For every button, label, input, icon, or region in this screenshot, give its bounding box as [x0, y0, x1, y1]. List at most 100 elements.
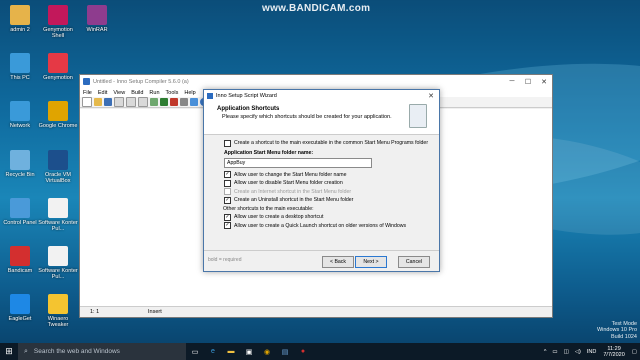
test-mode-watermark: Test Mode Windows 10 Pro Build 1024 — [597, 321, 637, 341]
desktop-icon-genymotion[interactable]: Genymotion — [38, 53, 78, 81]
allow-disable-label: Allow user to disable Start Menu folder … — [234, 180, 343, 187]
desktop-icon-network[interactable]: Network — [0, 101, 40, 129]
virtualbox-icon — [48, 150, 68, 170]
internet-shortcut-label: Create an Internet shortcut in the Start… — [234, 188, 352, 195]
stop-icon[interactable] — [170, 98, 178, 106]
desktop-shortcut-checkbox[interactable]: ✓ — [224, 213, 231, 221]
desktop-icon-control-panel[interactable]: Control Panel — [0, 198, 40, 226]
allow-disable-option[interactable]: Allow user to disable Start Menu folder … — [224, 179, 439, 188]
allow-disable-checkbox[interactable] — [224, 179, 231, 187]
wizard-title: Inno Setup Script Wizard — [216, 92, 277, 99]
internet-shortcut-checkbox — [224, 188, 231, 196]
edge-icon[interactable]: e — [204, 343, 222, 360]
menu-run[interactable]: Run — [146, 90, 162, 96]
tray-chevron-up-icon[interactable]: ^ — [541, 349, 550, 355]
desktop-shortcut-option[interactable]: ✓ Allow user to create a desktop shortcu… — [224, 213, 439, 222]
terminal-icon — [48, 5, 68, 25]
notification-icon[interactable]: ▢ — [629, 349, 640, 355]
quicklaunch-checkbox[interactable]: ✓ — [224, 222, 231, 230]
taskbar: ⊞ ⌕ Search the web and Windows ▭ e ▬ ▣ ◉… — [0, 343, 640, 360]
copy-icon[interactable] — [126, 97, 136, 107]
new-file-icon[interactable] — [82, 97, 92, 107]
menu-build[interactable]: Build — [128, 90, 146, 96]
desktop-icon-label: This PC — [10, 75, 30, 81]
clock[interactable]: 11:29 7/7/2020 — [599, 346, 628, 358]
bandicam-taskbar-icon[interactable]: ● — [294, 343, 312, 360]
close-icon[interactable]: ✕ — [423, 90, 439, 101]
recycle-bin-icon — [10, 150, 30, 170]
desktop-icon-user-folder[interactable]: admin 2 — [0, 5, 40, 33]
file-explorer-icon[interactable]: ▬ — [222, 343, 240, 360]
maximize-icon[interactable]: ☐ — [520, 75, 536, 88]
control-panel-icon — [10, 198, 30, 218]
start-windows-icon[interactable]: ⊞ — [0, 343, 18, 360]
desktop-icon-chrome[interactable]: Google Chrome — [38, 101, 78, 129]
wizard-titlebar[interactable]: Inno Setup Script Wizard ✕ — [204, 90, 439, 101]
cancel-button[interactable]: Cancel — [398, 256, 430, 268]
uninstall-shortcut-label: Create an Uninstall shortcut in the Star… — [234, 197, 354, 204]
open-folder-icon[interactable] — [94, 98, 102, 106]
volume-icon[interactable]: ◁) — [572, 349, 584, 355]
desktop-icon-terminal[interactable]: Genymotion Shell — [38, 5, 78, 39]
window-title: Untitled - Inno Setup Compiler 5.6.0 (a) — [93, 78, 189, 85]
language-indicator[interactable]: IND — [584, 349, 599, 355]
uninstall-shortcut-checkbox[interactable]: ✓ — [224, 196, 231, 204]
menu-view[interactable]: View — [110, 90, 128, 96]
desktop-icon-eagleget[interactable]: EagleGet — [0, 294, 40, 322]
desktop-icon-label: Recycle Bin — [5, 172, 35, 178]
desktop-icon-winaero[interactable]: Winaero Tweaker — [38, 294, 78, 328]
wizard-footer: bold = required < Back Next > Cancel — [204, 250, 439, 271]
common-startmenu-checkbox[interactable] — [224, 139, 231, 147]
network-icon[interactable]: ◫ — [561, 349, 572, 355]
step-icon[interactable] — [190, 98, 198, 106]
menu-file[interactable]: File — [80, 90, 95, 96]
menu-tools[interactable]: Tools — [163, 90, 182, 96]
close-icon[interactable]: ✕ — [536, 75, 552, 88]
save-icon[interactable] — [104, 98, 112, 106]
uninstall-shortcut-option[interactable]: ✓ Create an Uninstall shortcut in the St… — [224, 196, 439, 205]
cut-icon[interactable] — [114, 97, 124, 107]
quicklaunch-label: Allow user to create a Quick Launch shor… — [234, 222, 407, 229]
desktop-icon-label: Google Chrome — [38, 123, 78, 129]
allow-change-option[interactable]: ✓ Allow user to change the Start Menu fo… — [224, 171, 439, 180]
folder-name-input[interactable]: AppBuy — [224, 157, 372, 168]
battery-icon[interactable]: ▭ — [549, 349, 560, 355]
desktop-shortcut-label: Allow user to create a desktop shortcut — [234, 214, 324, 221]
menu-edit[interactable]: Edit — [95, 90, 110, 96]
system-tray: ^ ▭ ◫ ◁) IND 11:29 7/7/2020 ▢ — [541, 346, 640, 358]
desktop-icon-label: Winaero Tweaker — [47, 316, 69, 328]
cursor-position: 1: 1 — [90, 309, 100, 315]
footer-note: bold = required — [208, 257, 242, 263]
paste-icon[interactable] — [138, 97, 148, 107]
desktop-icon-bandicam[interactable]: Bandicam — [0, 246, 40, 274]
folder-name-label: Application Start Menu folder name: — [224, 149, 314, 156]
window-titlebar[interactable]: Untitled - Inno Setup Compiler 5.6.0 (a)… — [80, 75, 552, 88]
compile-icon[interactable] — [150, 98, 158, 106]
network-icon — [10, 101, 30, 121]
page-title: Application Shortcuts — [217, 106, 280, 112]
desktop-icon-computer[interactable]: This PC — [0, 53, 40, 81]
run-icon[interactable] — [160, 98, 168, 106]
desktop-icon-recycle-bin[interactable]: Recycle Bin — [0, 150, 40, 178]
store-icon[interactable]: ▣ — [240, 343, 258, 360]
minimize-icon[interactable]: ─ — [504, 75, 520, 88]
inno-setup-taskbar-icon[interactable]: ▤ — [276, 343, 294, 360]
inno-setup-icon — [83, 78, 90, 85]
desktop-icon-winrar[interactable]: WinRAR — [77, 5, 117, 33]
taskbar-search-box[interactable]: ⌕ Search the web and Windows — [18, 343, 186, 360]
wizard-icon — [207, 92, 213, 99]
common-startmenu-option[interactable]: Create a shortcut to the main executable… — [224, 139, 439, 148]
pause-icon[interactable] — [180, 98, 188, 106]
allow-change-checkbox[interactable]: ✓ — [224, 171, 231, 179]
menu-help[interactable]: Help — [181, 90, 198, 96]
desktop-icon-virtualbox[interactable]: Oracle VM VirtualBox — [38, 150, 78, 184]
wizard-header: Application Shortcuts Please specify whi… — [204, 101, 439, 135]
task-view-icon[interactable]: ▭ — [186, 343, 204, 360]
desktop-icon-document[interactable]: Software Konter Pul... — [38, 246, 78, 280]
next-button[interactable]: Next > — [355, 256, 387, 268]
back-button[interactable]: < Back — [322, 256, 354, 268]
desktop-icon-document[interactable]: Software Konter Pul... — [38, 198, 78, 232]
eagleget-icon — [10, 294, 30, 314]
quicklaunch-option[interactable]: ✓ Allow user to create a Quick Launch sh… — [224, 222, 439, 231]
chrome-taskbar-icon[interactable]: ◉ — [258, 343, 276, 360]
